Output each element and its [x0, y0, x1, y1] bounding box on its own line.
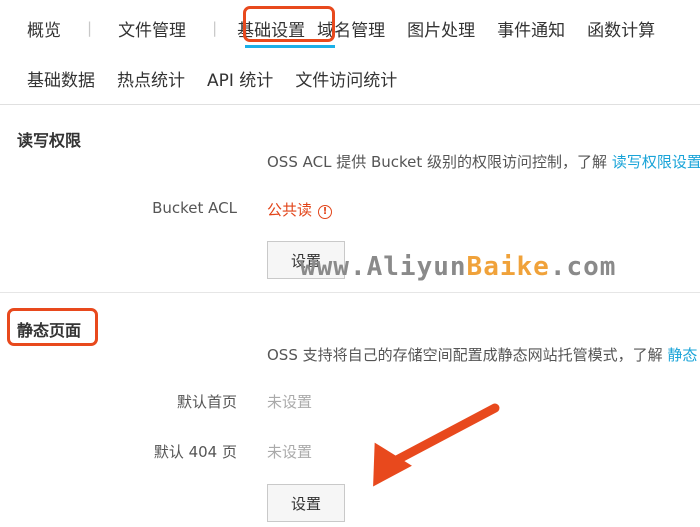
acl-status-text: 公共读 [267, 201, 313, 219]
static-settings-button[interactable]: 设置 [267, 484, 345, 522]
tab-file-management[interactable]: 文件管理 [118, 16, 186, 41]
tab-separator: | [87, 19, 93, 37]
bucket-acl-label: Bucket ACL [152, 199, 237, 217]
active-tab-underline [245, 45, 335, 48]
static-section-title: 静态页面 [17, 321, 82, 340]
default-index-value: 未设置 [267, 393, 313, 411]
annotation-arrow-icon [373, 403, 500, 487]
bucket-acl-value: 公共读! [267, 199, 333, 220]
tab-file-access-stats[interactable]: 文件访问统计 [295, 66, 397, 91]
tab-basic-data[interactable]: 基础数据 [27, 66, 95, 91]
nav-row-2: 基础数据 热点统计 API 统计 文件访问统计 [0, 58, 397, 98]
static-description: OSS 支持将自己的存储空间配置成静态网站托管模式，了解 静态 [267, 344, 697, 365]
static-description-text: OSS 支持将自己的存储空间配置成静态网站托管模式，了解 [267, 346, 663, 364]
rw-section-title: 读写权限 [17, 131, 82, 150]
rw-description: OSS ACL 提供 Bucket 级别的权限访问控制，了解 读写权限设置 [267, 151, 700, 172]
tab-function-compute[interactable]: 函数计算 [587, 16, 655, 41]
default-404-value: 未设置 [267, 443, 313, 461]
default-index-label: 默认首页 [176, 393, 237, 411]
tab-overview[interactable]: 概览 [27, 16, 61, 41]
warning-icon: ! [318, 205, 333, 219]
nav-divider [0, 104, 700, 105]
section-divider [0, 292, 700, 293]
tab-hotspot-stats[interactable]: 热点统计 [117, 66, 185, 91]
default-404-label: 默认 404 页 [153, 443, 237, 461]
tab-separator: | [212, 19, 218, 37]
watermark-text: www.AliyunBaike.com [300, 252, 617, 282]
tab-api-stats[interactable]: API 统计 [207, 66, 273, 91]
tab-event-notification[interactable]: 事件通知 [497, 16, 565, 41]
rw-description-text: OSS ACL 提供 Bucket 级别的权限访问控制，了解 [267, 153, 608, 171]
static-website-link[interactable]: 静态 [667, 346, 697, 364]
active-tab-highlight [243, 6, 335, 42]
tab-image-processing[interactable]: 图片处理 [407, 16, 475, 41]
rw-permission-link[interactable]: 读写权限设置 [612, 153, 700, 171]
